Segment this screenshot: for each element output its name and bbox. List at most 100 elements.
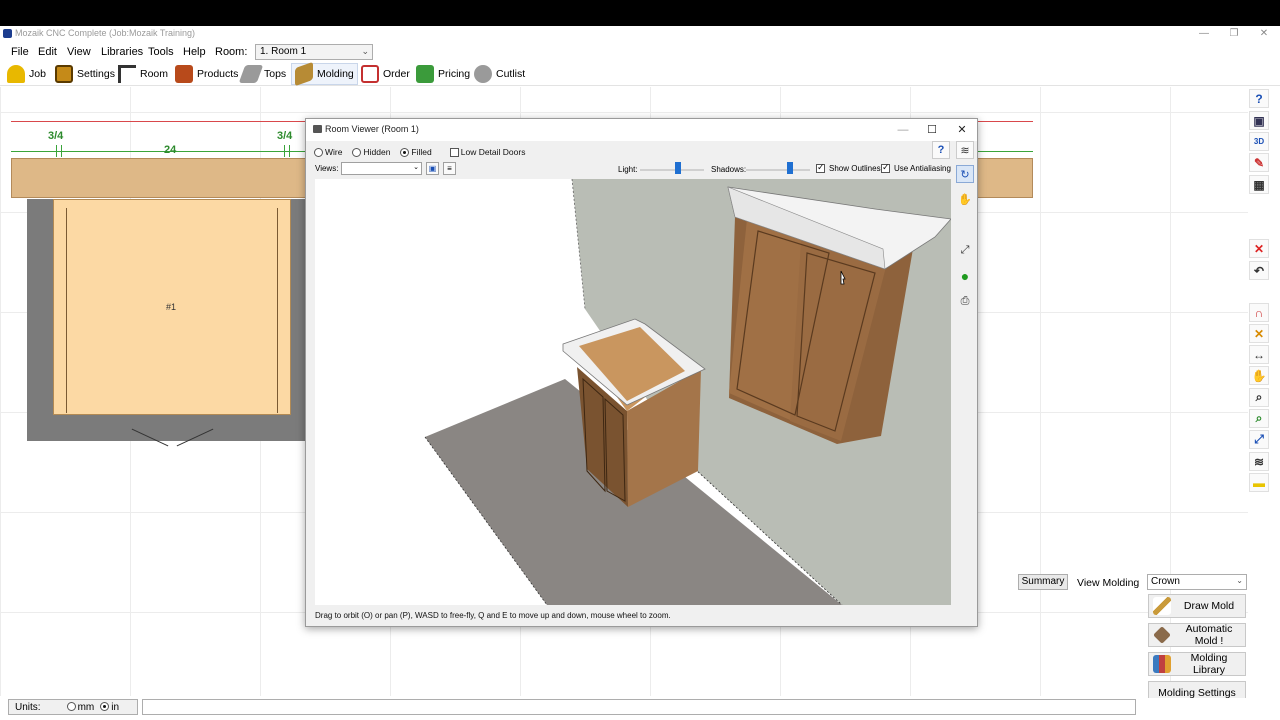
room-viewer-icon — [313, 125, 322, 133]
render-sphere-icon[interactable]: ● — [956, 267, 974, 285]
tab-job[interactable]: Job — [4, 63, 49, 85]
magnet-glyph: ∩ — [1254, 305, 1264, 320]
measure-icon[interactable]: ✕ — [1249, 324, 1269, 343]
save-icon[interactable]: ▣ — [1249, 111, 1269, 130]
magnet-icon[interactable]: ∩ — [1249, 303, 1269, 322]
grid-icon[interactable]: ▦ — [1249, 175, 1269, 194]
help-glyph: ? — [1255, 91, 1263, 106]
layers-icon[interactable]: ≋ — [956, 141, 974, 159]
tab-molding[interactable]: Molding — [291, 61, 358, 87]
close-button[interactable]: ✕ — [1248, 26, 1280, 42]
tab-molding-label: Molding — [317, 68, 354, 80]
room-viewer-titlebar: Room Viewer (Room 1) — ☐ ✕ — [306, 119, 977, 141]
light-slider[interactable] — [640, 169, 704, 171]
products-icon — [175, 65, 193, 83]
radio-checked-icon — [100, 702, 110, 712]
menu-tools[interactable]: Tools — [148, 46, 174, 58]
print-icon[interactable]: ⎙ — [956, 292, 974, 310]
undo-glyph: ↶ — [1253, 263, 1265, 278]
views-label: Views: — [315, 164, 339, 173]
tab-settings[interactable]: Settings — [52, 63, 118, 85]
automatic-mold-button[interactable]: Automatic Mold ! — [1148, 623, 1246, 647]
undo-icon[interactable]: ↶ — [1249, 261, 1269, 280]
menu-libraries[interactable]: Libraries — [101, 46, 143, 58]
zoom-extents-icon[interactable]: ⤢ — [956, 241, 974, 259]
tab-pricing[interactable]: Pricing — [413, 63, 473, 85]
draw-mold-button[interactable]: Draw Mold — [1148, 594, 1246, 618]
dimension-icon[interactable]: ↔ — [1249, 345, 1269, 364]
3d-viewport[interactable] — [315, 179, 951, 605]
minimize-button[interactable]: — — [1188, 26, 1220, 42]
room-viewer-maximize-button[interactable]: ☐ — [917, 121, 947, 139]
menu-help[interactable]: Help — [183, 46, 206, 58]
menu-file[interactable]: File — [11, 46, 29, 58]
radio-icon — [314, 148, 323, 158]
light-label: Light: — [618, 165, 638, 174]
tab-room-label: Room — [140, 68, 169, 80]
help-icon[interactable]: ? — [932, 141, 950, 159]
help-icon[interactable]: ? — [1249, 89, 1269, 108]
tab-tops[interactable]: Tops — [238, 63, 289, 85]
unit-in-radio[interactable]: in — [100, 702, 119, 713]
pan-hand-icon[interactable]: ✋ — [956, 190, 974, 208]
room-viewer-minimize-button[interactable]: — — [888, 121, 918, 139]
3d-view-glyph: 3D — [1253, 137, 1265, 146]
render-mode-filled[interactable]: Filled — [400, 147, 432, 158]
delete-icon[interactable]: ✕ — [1249, 239, 1269, 258]
checkbox-checked-icon — [881, 162, 890, 173]
zoom-fit-icon[interactable]: ⌕ — [1249, 409, 1269, 428]
room-viewer-close-button[interactable]: ✕ — [947, 121, 977, 139]
tab-cutlist[interactable]: Cutlist — [471, 63, 528, 85]
molding-library-button[interactable]: Molding Library — [1148, 652, 1246, 676]
dimension-label-width: 24 — [164, 144, 177, 156]
render-mode-group: Wire Hidden Filled Low Detail Doors — [314, 147, 526, 158]
draw-mold-icon — [1153, 597, 1171, 615]
summary-button[interactable]: Summary — [1018, 574, 1068, 590]
molding-type-value: Crown — [1151, 576, 1180, 587]
light-slider-thumb[interactable] — [675, 162, 681, 174]
help-glyph: ? — [937, 144, 945, 156]
tab-products[interactable]: Products — [172, 63, 241, 85]
low-detail-doors-label: Low Detail Doors — [460, 147, 526, 157]
layers-icon[interactable]: ≋ — [1249, 452, 1269, 471]
command-input[interactable] — [142, 699, 1136, 715]
tab-room[interactable]: Room — [115, 63, 171, 85]
zoom-icon[interactable]: ⌕ — [1249, 388, 1269, 407]
low-detail-doors-checkbox[interactable]: Low Detail Doors — [449, 147, 526, 158]
tab-order[interactable]: Order — [358, 63, 413, 85]
shadows-slider[interactable] — [746, 169, 810, 171]
note-icon[interactable]: ▬ — [1249, 473, 1269, 492]
unit-mm-radio[interactable]: mm — [66, 702, 94, 713]
restore-button[interactable]: ❐ — [1218, 26, 1250, 42]
view-list-button[interactable]: ≡ — [443, 162, 456, 175]
antialiasing-label: Use Antialiasing — [894, 164, 951, 173]
views-select[interactable]: ⌄ — [341, 162, 422, 175]
render-mode-filled-label: Filled — [411, 147, 432, 157]
antialiasing-checkbox[interactable]: Use Antialiasing — [881, 162, 951, 173]
grid-glyph: ▦ — [1253, 177, 1265, 192]
app-window: Mozaik CNC Complete (Job:Mozaik Training… — [0, 26, 1280, 720]
zoom-glyph: ⌕ — [1255, 390, 1263, 404]
render-mode-wire[interactable]: Wire — [314, 147, 342, 158]
room-viewer-status: Drag to orbit (O) or pan (P), WASD to fr… — [315, 611, 671, 620]
shadows-label: Shadows: — [711, 165, 747, 174]
room-select[interactable]: 1. Room 1 ⌄ — [255, 44, 373, 60]
shadows-slider-thumb[interactable] — [787, 162, 793, 174]
tab-settings-label: Settings — [77, 68, 115, 80]
save-view-button[interactable]: ▣ — [426, 162, 439, 175]
view-molding-label[interactable]: View Molding — [1077, 577, 1139, 589]
menu-edit[interactable]: Edit — [38, 46, 57, 58]
show-outlines-checkbox[interactable]: Show Outlines — [816, 162, 881, 173]
zoom-extents-icon[interactable]: ⤢ — [1249, 430, 1269, 449]
room-viewer-window: Room Viewer (Room 1) — ☐ ✕ Wire Hidden F… — [305, 118, 978, 627]
tab-products-label: Products — [197, 68, 239, 80]
molding-type-select[interactable]: Crown ⌄ — [1147, 574, 1247, 590]
order-icon — [361, 65, 379, 83]
3d-view-icon[interactable]: 3D — [1249, 132, 1269, 151]
menu-view[interactable]: View — [67, 46, 91, 58]
pan-hand-icon[interactable]: ✋ — [1249, 366, 1269, 385]
render-mode-hidden[interactable]: Hidden — [352, 147, 390, 158]
pencil-icon[interactable]: ✎ — [1249, 153, 1269, 172]
orbit-icon[interactable]: ↻ — [956, 165, 974, 183]
molding-library-label: Molding Library — [1190, 652, 1228, 676]
